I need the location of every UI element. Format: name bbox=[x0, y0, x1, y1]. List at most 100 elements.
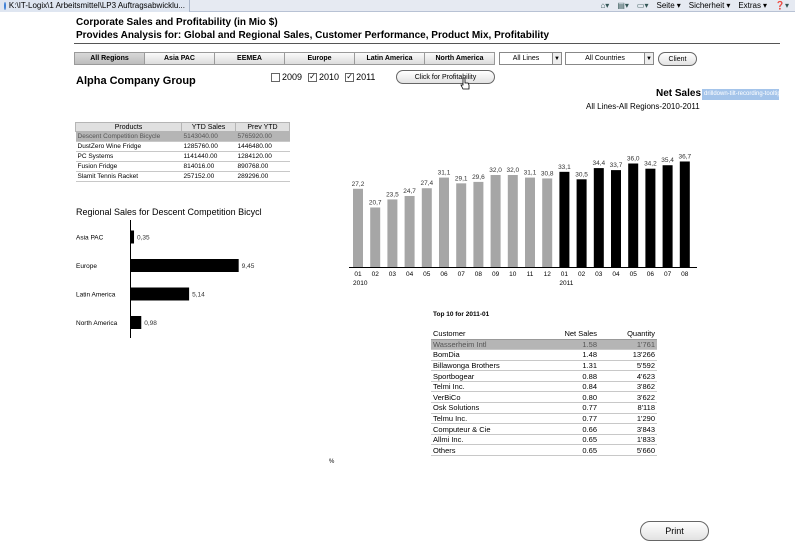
chart-bar[interactable] bbox=[628, 163, 639, 268]
column-header-products[interactable]: Products bbox=[75, 122, 182, 132]
net-sales-cell: 0.65 bbox=[543, 444, 599, 457]
chart-bar[interactable] bbox=[130, 259, 239, 272]
chart-bar[interactable] bbox=[576, 179, 587, 267]
chart-bar[interactable] bbox=[490, 175, 501, 267]
table-row[interactable]: DustZero Wine Fridge 1285760.00 1446480.00 bbox=[75, 141, 290, 152]
tab-europe[interactable]: Europe bbox=[284, 52, 355, 65]
net-sales-cell: 0.65 bbox=[543, 434, 599, 446]
table-row[interactable]: Others 0.65 5'660 bbox=[431, 444, 657, 457]
chart-bar[interactable] bbox=[593, 168, 604, 267]
bar-value-label: 9,45 bbox=[242, 263, 255, 270]
chart-bar[interactable] bbox=[679, 161, 690, 267]
chart-bar[interactable] bbox=[507, 175, 518, 267]
chart-bar[interactable] bbox=[130, 230, 135, 244]
profitability-button[interactable]: Click for Profitability bbox=[396, 70, 495, 84]
customer-cell: Wasserheim Intl bbox=[431, 339, 543, 351]
page-title: Corporate Sales and Profitability (in Mi… bbox=[76, 17, 278, 28]
tab-north-america[interactable]: North America bbox=[424, 52, 495, 65]
x-tick-label: 09 bbox=[492, 271, 500, 278]
chart-bar[interactable] bbox=[611, 170, 621, 267]
year-2011-checkbox[interactable]: ✓ 2011 bbox=[345, 72, 375, 82]
bar-value-label: 27,4 bbox=[420, 180, 433, 187]
x-tick-label: 07 bbox=[664, 271, 672, 278]
table-row[interactable]: Telmi Inc. 0.84 3'862 bbox=[431, 381, 657, 393]
table-row[interactable]: BomDia 1.48 13'266 bbox=[431, 349, 657, 361]
tab-asia-pac[interactable]: Asia PAC bbox=[144, 52, 215, 65]
column-header-prev-ytd[interactable]: Prev YTD bbox=[235, 122, 290, 132]
browser-tab[interactable]: K:\IT-Logix\1 Arbeitsmittel\LP3 Auftrags… bbox=[0, 0, 190, 12]
chart-bar[interactable] bbox=[456, 183, 467, 267]
x-tick-label: 08 bbox=[475, 271, 483, 278]
chevron-down-icon: ▼ bbox=[552, 53, 561, 64]
chart-bar[interactable] bbox=[473, 181, 484, 267]
table-row[interactable]: Slamit Tennis Racket 257152.00 289296.00 bbox=[75, 171, 290, 182]
table-row[interactable]: Billawonga Brothers 1.31 5'592 bbox=[431, 360, 657, 372]
chart-bar[interactable] bbox=[130, 287, 190, 301]
chart-bar[interactable] bbox=[662, 165, 673, 267]
help-icon[interactable]: ❓▾ bbox=[775, 1, 789, 10]
print-button[interactable]: Print bbox=[640, 521, 709, 541]
table-header-row: Customer Net Sales Quantity bbox=[431, 328, 657, 340]
bar-value-label: 32,0 bbox=[506, 167, 519, 174]
chart-bar[interactable] bbox=[645, 168, 656, 267]
table-row[interactable]: VerBiCo 0.80 3'622 bbox=[431, 391, 657, 404]
tab-latin-america[interactable]: Latin America bbox=[354, 52, 425, 65]
x-tick-label: 03 bbox=[595, 271, 603, 278]
chart-bar[interactable] bbox=[353, 188, 363, 267]
bar-value-label: 36,7 bbox=[678, 153, 691, 160]
quantity-cell: 3'843 bbox=[599, 423, 657, 435]
chart-bar[interactable] bbox=[525, 177, 535, 267]
menu-tools[interactable]: Extras ▾ bbox=[738, 1, 767, 10]
browser-command-bar: ⌂▾ ▤▾ ▭▾ Seite ▾ Sicherheit ▾ Extras ▾ ❓▾ bbox=[600, 1, 795, 10]
company-name: Alpha Company Group bbox=[76, 75, 196, 87]
print-icon[interactable]: ▭▾ bbox=[637, 1, 649, 10]
column-header-customer[interactable]: Customer bbox=[431, 328, 543, 340]
table-row[interactable]: PC Systems 1141440.00 1284120.00 bbox=[75, 151, 290, 162]
countries-dropdown-value: All Countries bbox=[585, 55, 625, 62]
column-header-ytd-sales[interactable]: YTD Sales bbox=[181, 122, 236, 132]
product-name: Descent Competition Bicycle bbox=[75, 131, 182, 142]
table-row[interactable]: Wasserheim Intl 1.58 1'761 bbox=[431, 339, 657, 351]
countries-dropdown[interactable]: All Countries ▼ bbox=[565, 52, 654, 65]
x-tick-label: 01 bbox=[354, 271, 362, 278]
tab-eemea[interactable]: EEMEA bbox=[214, 52, 285, 65]
bar-value-label: 0,98 bbox=[144, 320, 157, 327]
menu-security[interactable]: Sicherheit ▾ bbox=[689, 1, 731, 10]
prev-ytd-cell: 890768.00 bbox=[235, 161, 290, 172]
column-header-net-sales[interactable]: Net Sales bbox=[543, 328, 599, 340]
x-tick-label: 11 bbox=[527, 271, 534, 278]
chart-bar[interactable] bbox=[404, 195, 415, 267]
net-sales-cell: 0.66 bbox=[543, 423, 599, 435]
year-2010-checkbox[interactable]: ✓ 2010 bbox=[308, 72, 339, 82]
chart-bar[interactable] bbox=[542, 178, 553, 267]
x-tick-label: 03 bbox=[389, 271, 397, 278]
x-tick-label: 08 bbox=[681, 271, 689, 278]
chart-bar[interactable] bbox=[421, 188, 432, 267]
table-row[interactable]: Sportbogear 0.88 4'623 bbox=[431, 370, 657, 382]
chart-bar[interactable] bbox=[370, 207, 381, 267]
table-row[interactable]: Computeur & Cie 0.66 3'843 bbox=[431, 423, 657, 435]
table-row[interactable]: Allmi Inc. 0.65 1'833 bbox=[431, 434, 657, 446]
table-row[interactable]: Descent Competition Bicycle 5143040.00 576… bbox=[75, 131, 290, 142]
column-header-quantity[interactable]: Quantity bbox=[599, 328, 657, 340]
chart-bar[interactable] bbox=[387, 199, 398, 267]
year-2009-checkbox[interactable]: 2009 bbox=[271, 72, 302, 82]
table-row[interactable]: Osk Solutions 0.77 8'118 bbox=[431, 402, 657, 414]
customer-cell: Sportbogear bbox=[431, 370, 543, 382]
table-row[interactable]: Fusion Fridge 814016.00 890768.00 bbox=[75, 161, 290, 172]
table-row[interactable]: Telmu Inc. 0.77 1'290 bbox=[431, 413, 657, 425]
home-icon[interactable]: ⌂▾ bbox=[600, 1, 609, 10]
chart-bar[interactable] bbox=[439, 177, 449, 267]
product-name: Fusion Fridge bbox=[75, 161, 182, 172]
tab-all-regions[interactable]: All Regions bbox=[74, 52, 145, 65]
chart-bar[interactable] bbox=[559, 171, 570, 267]
bar-value-label: 34,2 bbox=[644, 161, 657, 168]
chart-bar[interactable] bbox=[130, 316, 142, 329]
net-sales-cell: 0.80 bbox=[543, 391, 599, 404]
feeds-icon[interactable]: ▤▾ bbox=[617, 1, 629, 10]
menu-page[interactable]: Seite ▾ bbox=[656, 1, 680, 10]
lines-dropdown[interactable]: All Lines ▼ bbox=[499, 52, 562, 65]
client-button[interactable]: Client bbox=[658, 52, 697, 66]
net-sales-cell: 1.31 bbox=[543, 360, 599, 372]
x-tick-label: 04 bbox=[612, 271, 620, 278]
